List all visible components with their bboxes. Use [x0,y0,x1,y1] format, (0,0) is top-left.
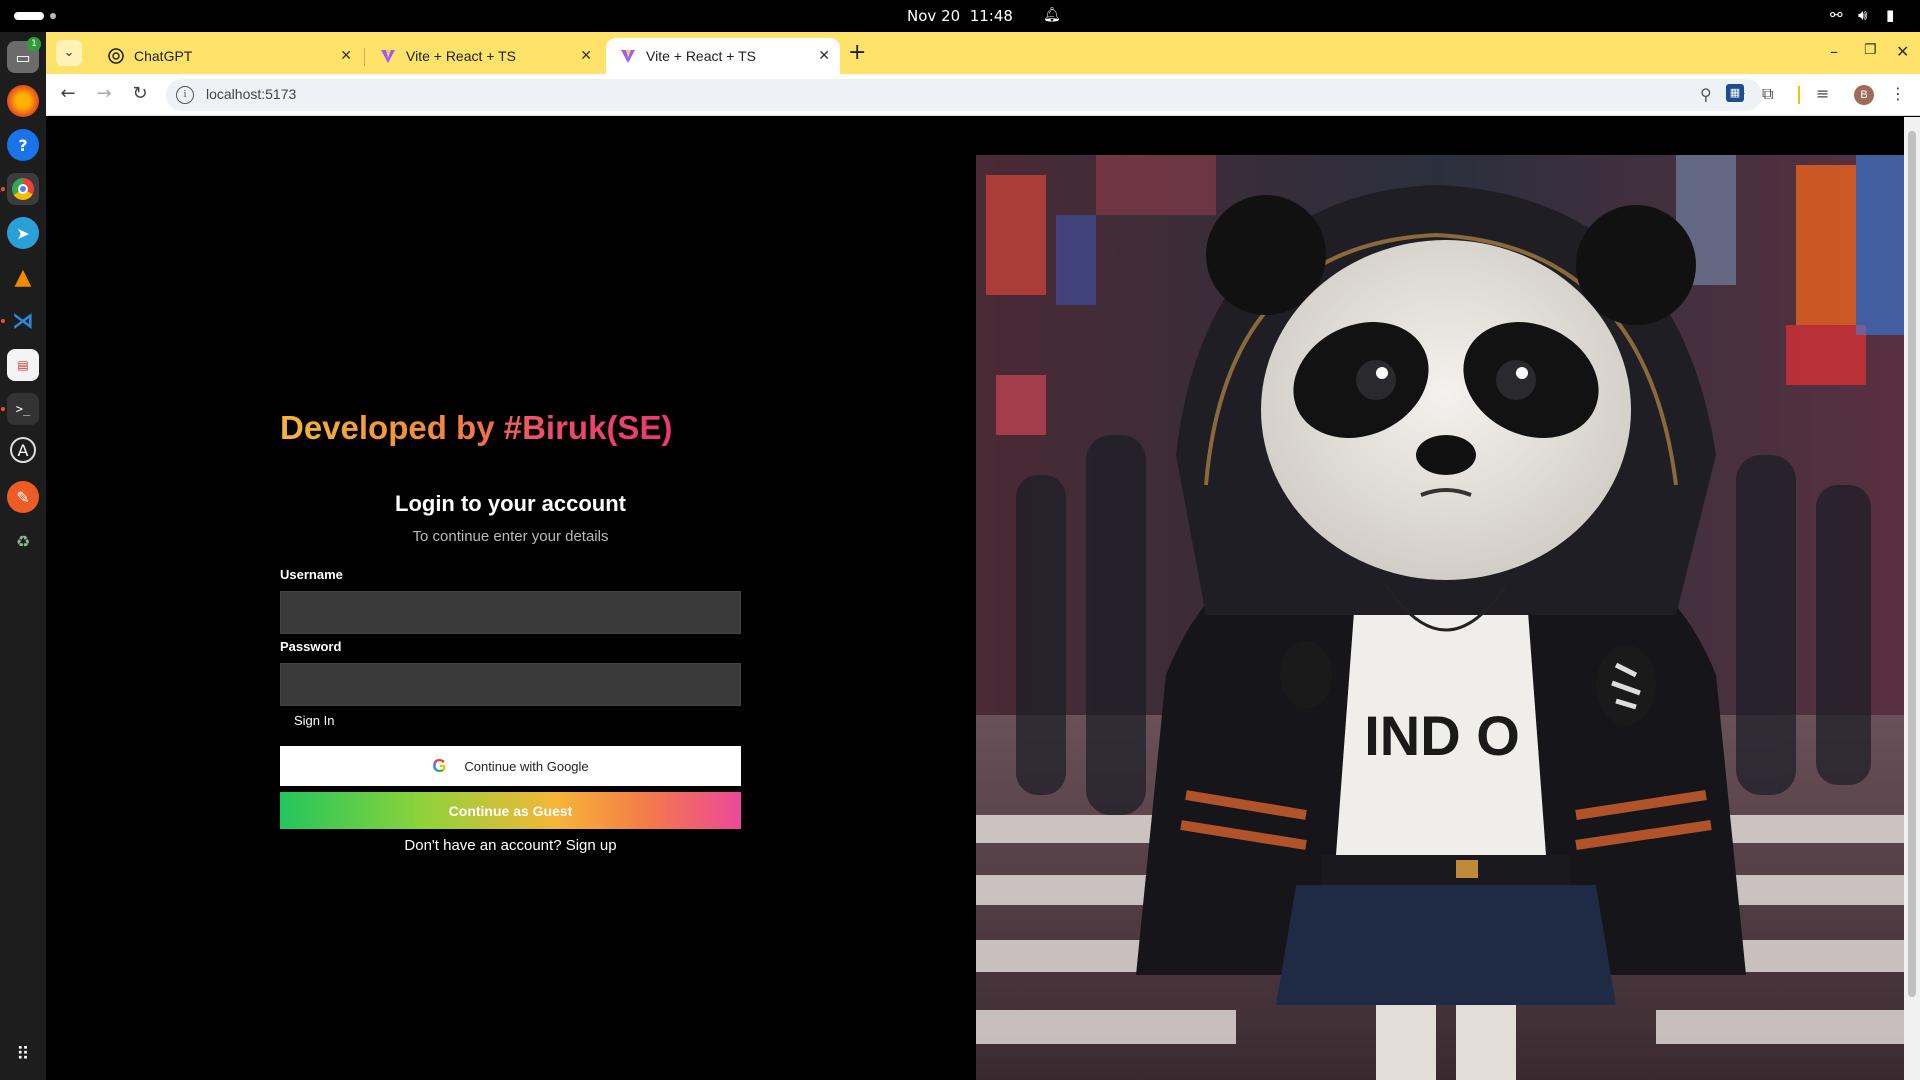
signup-prefix: Don't have an account? [404,837,562,854]
vite-icon [620,48,636,64]
dock: ▭ 1 ? ➤ ▲ ⋊ ▤ >_ A ✎ ♻ ⠿ [0,32,46,1080]
tab-separator [364,48,365,66]
chrome-running-indicator [1,187,5,191]
close-tab-icon[interactable]: ✕ [580,47,592,64]
tab-title: Vite + React + TS [406,48,516,64]
notification-bell-icon[interactable]: 🔔︎ [1043,7,1061,23]
hero-shirt-text: IND O [1364,704,1520,767]
telegram-icon[interactable]: ➤ [7,217,39,249]
profile-avatar[interactable]: B [1854,85,1874,105]
google-signin-button[interactable]: G Continue with Google [280,746,741,786]
vscode-icon[interactable]: ⋊ [7,305,39,337]
tab-chatgpt[interactable]: ChatGPT ✕ [94,38,362,74]
close-window-icon[interactable]: ✕ [1896,42,1909,61]
zoom-icon[interactable]: ⚲ [1700,85,1712,104]
site-info-icon[interactable]: i [176,86,194,104]
terminal-running-indicator [1,407,5,411]
login-subtitle: To continue enter your details [412,528,609,545]
login-title: Login to your account [395,491,626,516]
sign-in-button[interactable]: Sign In [294,713,334,728]
guest-button[interactable]: Continue as Guest [280,792,741,829]
postman-icon[interactable]: ✎ [7,481,39,513]
signup-link[interactable]: Sign up [566,837,617,854]
page-viewport: Developed by #Biruk(SE) Login to your ac… [46,117,1904,1080]
brand-heading: Developed by #Biruk(SE) [280,409,673,446]
extensions-puzzle-icon[interactable]: ⧉ [1762,84,1773,104]
software-updater-icon[interactable]: A [10,437,36,463]
restore-icon[interactable]: ❐ [1864,42,1877,58]
tab-vite-1[interactable]: Vite + React + TS ✕ [366,38,602,74]
browser-menu-icon[interactable]: ⋮ [1890,84,1906,103]
minimize-icon[interactable]: – [1830,42,1838,61]
tab-vite-2-active[interactable]: Vite + React + TS ✕ [606,38,840,74]
back-arrow-icon[interactable]: ← [56,83,80,104]
firefox-icon[interactable] [7,85,39,117]
system-top-bar: Nov 20 11:48 🔔︎ ⚯ 🔊︎ ▮ [0,0,1920,32]
address-bar[interactable]: i localhost:5173 ⚲ ☆ [166,79,1762,111]
vscode-running-indicator [1,319,5,323]
document-viewer-icon[interactable]: ▤ [7,349,39,381]
terminal-icon[interactable]: >_ [7,393,39,425]
files-badge: 1 [27,37,41,51]
tab-title: ChatGPT [134,48,193,64]
close-tab-icon[interactable]: ✕ [818,47,830,64]
reload-icon[interactable]: ↻ [128,83,152,104]
show-apps-icon[interactable]: ⠿ [7,1038,39,1070]
scrollbar-thumb[interactable] [1908,131,1916,997]
url-text[interactable]: localhost:5173 [206,86,296,102]
toolbar-divider [1798,86,1800,104]
files-icon[interactable]: ▭ 1 [7,37,41,73]
extension-icon[interactable]: ▦ [1726,84,1744,102]
password-input[interactable] [280,663,741,706]
google-icon: G [432,755,447,776]
hero-image-panda: IND O [976,155,1904,1080]
clock[interactable]: Nov 20 11:48 [0,7,1920,25]
clock-date: Nov 20 [907,7,961,25]
vlc-icon[interactable]: ▲ [7,261,39,293]
close-tab-icon[interactable]: ✕ [340,47,352,64]
trash-icon[interactable]: ♻ [7,525,39,557]
browser-toolbar: ← → ↻ i localhost:5173 ⚲ ☆ ▦ ⧉ ≡ B ⋮ [46,74,1920,116]
forward-arrow-icon[interactable]: → [92,83,116,104]
network-icon[interactable]: ⚯ [1830,6,1843,24]
signup-prompt: Don't have an account? Sign up [280,837,741,854]
vite-icon [380,48,396,64]
volume-icon[interactable]: 🔊︎ [1858,6,1867,24]
username-label: Username [280,567,343,582]
media-controls-icon[interactable]: ≡ [1816,84,1829,103]
browser-tab-bar: ⌄ ChatGPT ✕ Vite + React + TS ✕ Vite + R… [46,32,1920,74]
new-tab-button[interactable]: + [848,40,866,66]
username-input[interactable] [280,591,741,634]
chrome-icon[interactable] [7,173,39,205]
clock-time: 11:48 [969,7,1013,25]
battery-icon[interactable]: ▮ [1886,6,1894,24]
page-scrollbar[interactable] [1904,117,1920,1080]
google-button-label: Continue with Google [464,758,589,774]
help-icon[interactable]: ? [7,129,39,161]
tab-search-button[interactable]: ⌄ [56,40,82,66]
tab-title: Vite + React + TS [646,48,756,64]
password-label: Password [280,639,342,654]
openai-icon [108,48,124,64]
